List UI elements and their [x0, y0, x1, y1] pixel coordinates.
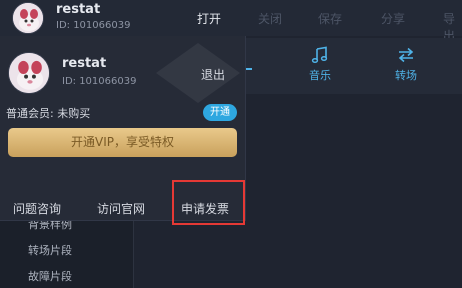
- music-tool[interactable]: 音乐: [298, 46, 342, 83]
- menu-open[interactable]: 打开: [197, 10, 221, 27]
- popup-avatar: [8, 52, 50, 94]
- username: restat: [56, 2, 101, 17]
- popup-username: restat: [62, 56, 107, 71]
- transition-tool[interactable]: 转场: [384, 46, 428, 83]
- menu-close[interactable]: 关闭: [258, 10, 282, 27]
- list-item[interactable]: 故障片段: [28, 268, 72, 284]
- title-bar: restat ID: 101066039 打开 关闭 保存 分享 导出: [0, 0, 462, 43]
- logo-watermark-icon: [156, 43, 240, 103]
- user-id: ID: 101066039: [56, 20, 131, 31]
- help-link[interactable]: 问题咨询: [13, 200, 61, 217]
- media-toolbar: 音乐 转场: [246, 38, 462, 94]
- list-item[interactable]: 转场片段: [28, 242, 72, 258]
- logout-button[interactable]: 退出: [201, 66, 225, 83]
- vip-button[interactable]: 开通VIP，享受特权: [8, 128, 237, 157]
- transition-label: 转场: [395, 69, 417, 82]
- toolbar-arrow-fragment: [246, 68, 252, 70]
- member-status: 普通会员: 未购买: [6, 107, 91, 120]
- transition-icon: [398, 47, 414, 63]
- menu-share[interactable]: 分享: [381, 10, 405, 27]
- popup-user-id: ID: 101066039: [62, 76, 137, 87]
- music-icon: [311, 46, 328, 64]
- open-membership-button[interactable]: 开通: [203, 104, 237, 121]
- highlight-box: [172, 180, 245, 225]
- menu-save[interactable]: 保存: [318, 10, 342, 27]
- asset-list: 背景样例 转场片段 故障片段: [0, 210, 134, 288]
- music-label: 音乐: [309, 69, 331, 82]
- app-window: restat ID: 101066039 打开 关闭 保存 分享 导出 音乐 转…: [0, 0, 462, 288]
- user-avatar[interactable]: [12, 2, 44, 34]
- website-link[interactable]: 访问官网: [97, 200, 145, 217]
